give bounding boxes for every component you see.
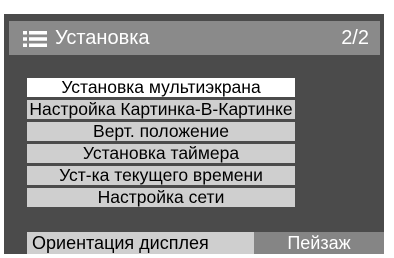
menu-item-multi-display-setup[interactable]: Установка мультиэкрана xyxy=(27,78,295,97)
setup-menu-list: Установка мультиэкрана Настройка Картинк… xyxy=(27,78,295,210)
display-orientation-row[interactable]: Ориентация дисплея Пейзаж xyxy=(27,232,384,254)
menu-title: Установка xyxy=(55,27,150,49)
page-indicator: 2/2 xyxy=(341,27,369,49)
menu-item-network-setup[interactable]: Настройка сети xyxy=(27,188,295,207)
menu-item-picture-in-picture-setup[interactable]: Настройка Картинка-В-Картинке xyxy=(27,100,295,119)
list-menu-icon xyxy=(23,31,47,47)
menu-item-timer-setup[interactable]: Установка таймера xyxy=(27,144,295,163)
screen: Установка 2/2 Установка мультиэкрана Нас… xyxy=(0,0,394,258)
menu-title-bar: Установка 2/2 xyxy=(9,21,380,55)
display-orientation-value[interactable]: Пейзаж xyxy=(254,232,384,254)
display-orientation-label: Ориентация дисплея xyxy=(27,232,254,254)
menu-item-vertical-position[interactable]: Верт. положение xyxy=(27,122,295,141)
menu-item-current-time-setup[interactable]: Уст-ка текущего времени xyxy=(27,166,295,185)
